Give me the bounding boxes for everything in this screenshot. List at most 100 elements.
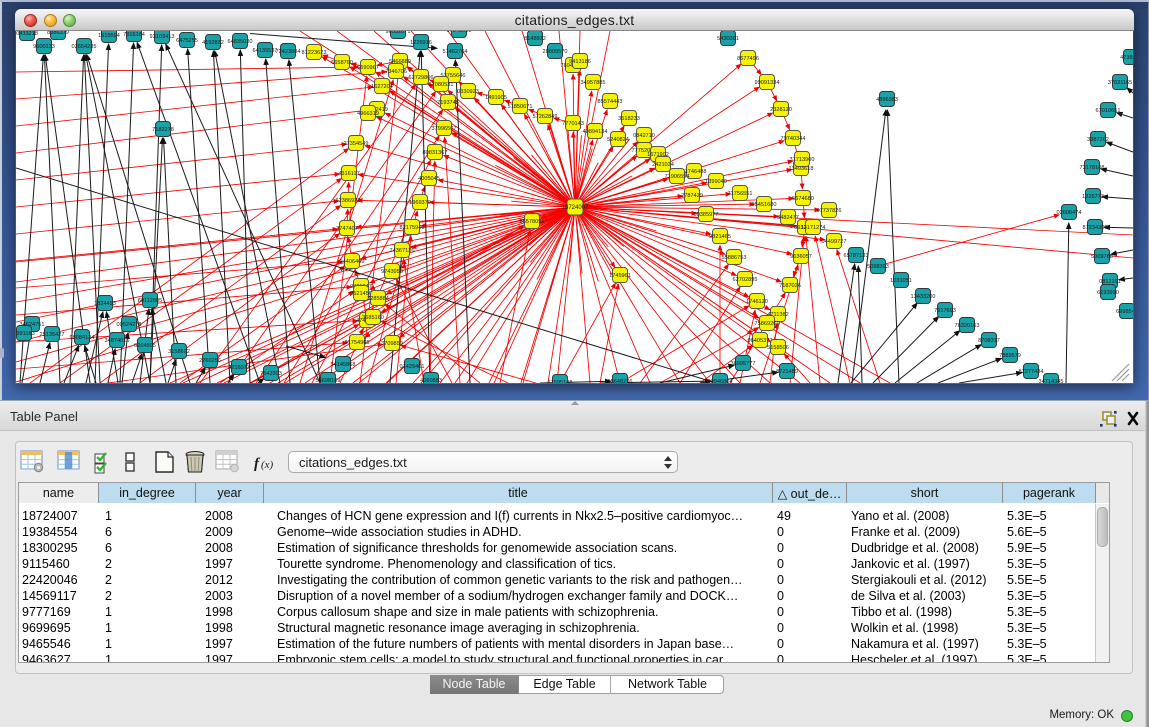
svg-text:1627204: 1627204 xyxy=(371,84,393,90)
svg-text:65648236: 65648236 xyxy=(608,379,633,383)
svg-text:8721489: 8721489 xyxy=(776,369,798,375)
svg-text:7889579: 7889579 xyxy=(999,353,1021,359)
svg-text:3482477: 3482477 xyxy=(777,215,799,221)
svg-text:28809570: 28809570 xyxy=(543,49,568,55)
svg-text:15451680: 15451680 xyxy=(752,202,777,208)
svg-text:62702895: 62702895 xyxy=(733,277,758,283)
svg-text:36995777: 36995777 xyxy=(731,361,756,367)
svg-text:64139537: 64139537 xyxy=(253,48,278,54)
svg-text:7187026: 7187026 xyxy=(779,283,801,289)
svg-text:80831367: 80831367 xyxy=(423,150,448,156)
svg-text:6658760: 6658760 xyxy=(331,60,353,66)
svg-text:2328120: 2328120 xyxy=(770,107,792,113)
svg-text:17080531: 17080531 xyxy=(429,82,454,88)
svg-text:5098393: 5098393 xyxy=(867,264,889,270)
svg-text:1226916: 1226916 xyxy=(410,40,432,46)
svg-text:5674680: 5674680 xyxy=(792,196,814,202)
svg-text:6690967: 6690967 xyxy=(357,65,379,71)
svg-text:3387262: 3387262 xyxy=(1087,137,1109,143)
svg-text:3518233: 3518233 xyxy=(618,116,640,122)
svg-text:0330923: 0330923 xyxy=(457,89,479,95)
svg-text:34874016: 34874016 xyxy=(105,338,130,344)
svg-text:93103413: 93103413 xyxy=(150,34,175,40)
svg-text:4192832: 4192832 xyxy=(202,40,224,46)
svg-text:2787429: 2787429 xyxy=(681,193,703,199)
svg-text:6998543: 6998543 xyxy=(1116,309,1133,315)
svg-text:34957885: 34957885 xyxy=(581,80,606,86)
svg-text:37996507: 37996507 xyxy=(432,126,457,132)
svg-text:27354549: 27354549 xyxy=(344,141,369,147)
svg-text:57262849: 57262849 xyxy=(533,114,558,120)
svg-text:6475255: 6475255 xyxy=(176,38,198,44)
svg-text:79740344: 79740344 xyxy=(781,136,806,142)
svg-text:13171274: 13171274 xyxy=(801,225,826,231)
svg-text:9600133: 9600133 xyxy=(33,44,55,50)
svg-text:8708317: 8708317 xyxy=(978,338,1000,344)
svg-text:82175946: 82175946 xyxy=(400,225,425,231)
svg-text:1745961: 1745961 xyxy=(609,273,631,279)
svg-text:01429401: 01429401 xyxy=(400,364,425,370)
svg-text:49894134: 49894134 xyxy=(583,129,608,135)
svg-text:74367136: 74367136 xyxy=(390,248,415,254)
svg-text:81754965: 81754965 xyxy=(345,340,370,346)
svg-text:60385977: 60385977 xyxy=(694,212,719,218)
svg-text:2421024: 2421024 xyxy=(652,162,674,168)
svg-text:98084124: 98084124 xyxy=(70,335,95,341)
svg-text:4896383: 4896383 xyxy=(876,97,898,103)
svg-text:1399049: 1399049 xyxy=(705,179,727,185)
svg-text:8148932: 8148932 xyxy=(524,36,546,42)
svg-text:1491905: 1491905 xyxy=(485,95,507,101)
svg-text:6204505: 6204505 xyxy=(134,343,156,349)
svg-text:76320163: 76320163 xyxy=(955,323,980,329)
svg-text:1326773: 1326773 xyxy=(1082,194,1104,200)
svg-text:37631165: 37631165 xyxy=(1108,80,1132,86)
svg-text:7346706: 7346706 xyxy=(385,69,407,75)
svg-text:5009788: 5009788 xyxy=(1091,254,1113,260)
svg-text:3709859: 3709859 xyxy=(381,341,403,347)
svg-text:62386922: 62386922 xyxy=(336,198,361,204)
svg-text:00524278: 00524278 xyxy=(117,322,142,328)
svg-text:7816184: 7816184 xyxy=(123,32,145,38)
svg-text:67737826: 67737826 xyxy=(817,208,842,214)
svg-text:67010651: 67010651 xyxy=(1096,108,1121,114)
svg-text:7182278: 7182278 xyxy=(152,127,174,133)
svg-text:72423884: 72423884 xyxy=(276,49,301,55)
svg-text:29946804: 29946804 xyxy=(708,379,733,383)
svg-text:81223623: 81223623 xyxy=(302,50,327,56)
svg-text:71906594: 71906594 xyxy=(665,174,690,180)
svg-text:7543303: 7543303 xyxy=(260,371,282,377)
svg-text:4966319: 4966319 xyxy=(357,111,379,117)
svg-text:4316117: 4316117 xyxy=(338,171,359,177)
svg-text:25135427: 25135427 xyxy=(40,332,65,338)
svg-text:04499727: 04499727 xyxy=(822,239,847,245)
svg-text:6193990: 6193990 xyxy=(1097,290,1119,296)
svg-text:4738299: 4738299 xyxy=(1120,55,1133,61)
svg-text:1746120: 1746120 xyxy=(746,299,768,305)
svg-text:3285884: 3285884 xyxy=(367,296,389,302)
svg-text:62729806: 62729806 xyxy=(409,75,434,81)
svg-text:75869261: 75869261 xyxy=(755,321,780,327)
svg-text:9636057: 9636057 xyxy=(790,254,812,260)
svg-text:64835030: 64835030 xyxy=(228,39,253,45)
svg-text:55886753: 55886753 xyxy=(722,255,747,261)
svg-text:3747407: 3747407 xyxy=(336,226,358,232)
svg-text:8677496: 8677496 xyxy=(737,56,759,62)
svg-text:54145868: 54145868 xyxy=(331,362,356,368)
svg-text:9821465: 9821465 xyxy=(709,234,731,240)
svg-text:71756551: 71756551 xyxy=(728,191,753,197)
svg-text:(x): (x) xyxy=(261,459,274,471)
svg-text:7917693: 7917693 xyxy=(934,308,956,314)
svg-text:4060883: 4060883 xyxy=(420,378,442,383)
svg-text:87277434: 87277434 xyxy=(1019,369,1044,375)
svg-text:7991183: 7991183 xyxy=(16,331,35,337)
svg-text:f: f xyxy=(254,456,261,472)
svg-text:61595148: 61595148 xyxy=(548,380,573,383)
svg-text:73178108: 73178108 xyxy=(1080,165,1105,171)
svg-text:18724007: 18724007 xyxy=(562,205,589,211)
svg-text:94406409: 94406409 xyxy=(340,259,365,265)
svg-text:13433200: 13433200 xyxy=(911,294,936,300)
svg-text:5240824: 5240824 xyxy=(607,137,629,143)
svg-text:1824493: 1824493 xyxy=(94,301,116,307)
svg-text:86578091: 86578091 xyxy=(520,219,545,225)
svg-text:55698169: 55698169 xyxy=(316,378,341,383)
